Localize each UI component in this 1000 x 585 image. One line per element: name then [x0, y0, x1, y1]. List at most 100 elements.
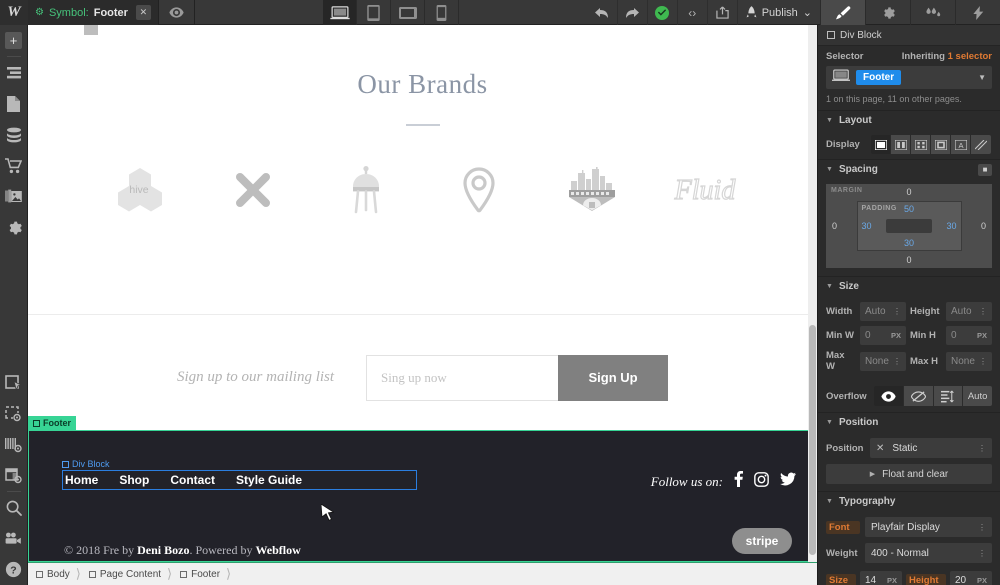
footer-nav-shop[interactable]: Shop — [119, 473, 149, 487]
layout-section-title[interactable]: ▼ Layout — [818, 111, 1000, 130]
publish-button[interactable]: Publish ⌄ — [738, 0, 820, 25]
padding-left-value[interactable]: 30 — [862, 221, 872, 231]
facebook-icon[interactable] — [734, 471, 743, 492]
grid-preview-icon[interactable] — [0, 460, 28, 491]
stripe-badge[interactable]: stripe — [732, 528, 792, 554]
x-cross-logo[interactable] — [213, 164, 293, 216]
ecommerce-cart-icon[interactable] — [0, 150, 28, 181]
max-height-stepper[interactable]: ⋮ — [979, 357, 987, 366]
city-skyline-logo[interactable] — [552, 164, 632, 216]
newsletter-submit-button[interactable]: Sign Up — [558, 354, 669, 401]
hive-logo[interactable]: hive — [100, 164, 180, 216]
margin-top-value[interactable]: 0 — [906, 187, 911, 197]
position-stepper-icon[interactable]: ⋮ — [978, 444, 986, 453]
tab-settings-panel[interactable] — [865, 0, 910, 25]
max-width-stepper[interactable]: ⋮ — [893, 357, 901, 366]
overflow-visible-button[interactable] — [874, 386, 904, 406]
font-size-unit[interactable]: PX — [887, 576, 897, 585]
overflow-scroll-button[interactable] — [933, 386, 964, 406]
tab-cms-panel[interactable] — [910, 0, 955, 25]
footer-nav[interactable]: Home Shop Contact Style Guide — [62, 470, 417, 490]
cms-database-icon[interactable] — [0, 119, 28, 150]
newsletter-input[interactable]: Sing up now — [366, 354, 559, 401]
display-grid-button[interactable] — [911, 135, 931, 154]
line-height-unit[interactable]: PX — [977, 576, 987, 585]
guides-icon[interactable] — [0, 429, 28, 460]
padding-bottom-value[interactable]: 30 — [904, 238, 914, 248]
crumb-footer[interactable]: Footer — [172, 563, 226, 585]
video-tutorials-icon[interactable] — [0, 523, 28, 554]
min-height-input[interactable]: 0 PX — [946, 326, 992, 345]
min-width-input[interactable]: 0 PX — [860, 326, 906, 345]
font-select[interactable]: Playfair Display ⋮ — [865, 517, 992, 537]
webflow-logo[interactable]: W — [0, 0, 28, 25]
close-icon[interactable]: ✕ — [135, 5, 151, 20]
add-elements-icon[interactable]: + — [0, 25, 28, 56]
selector-field[interactable]: Footer ▼ — [826, 66, 992, 89]
selector-class-chip[interactable]: Footer — [856, 70, 902, 85]
spacing-mode-icon[interactable]: ■ — [978, 163, 992, 176]
newsletter-section[interactable]: Sign up to our mailing list Sing up now … — [28, 315, 817, 440]
navigator-icon[interactable] — [0, 57, 28, 88]
design-canvas[interactable]: Our Brands hive Fluid Sign up to our mai… — [28, 25, 817, 562]
canvas-scrollbar-thumb[interactable] — [809, 325, 816, 555]
project-settings-gear-icon[interactable] — [0, 212, 28, 243]
padding-top-value[interactable]: 50 — [904, 204, 914, 214]
size-section-title[interactable]: ▼ Size — [818, 277, 1000, 296]
fluid-script-logo[interactable]: Fluid — [665, 164, 745, 216]
pages-icon[interactable] — [0, 88, 28, 119]
preview-eye-icon[interactable] — [159, 0, 195, 25]
height-stepper[interactable]: ⋮ — [979, 307, 987, 316]
select-tool-icon[interactable] — [0, 367, 28, 398]
typography-section-title[interactable]: ▼ Typography — [818, 492, 1000, 511]
spacing-section-title[interactable]: ▼ Spacing ■ — [818, 160, 1000, 179]
footer-nav-style-guide[interactable]: Style Guide — [236, 473, 302, 487]
display-flex-button[interactable] — [891, 135, 911, 154]
inheriting-count[interactable]: 1 selector — [948, 51, 992, 62]
crumb-page-content[interactable]: Page Content — [81, 563, 167, 585]
tab-style-panel[interactable] — [820, 0, 865, 25]
weight-stepper-icon[interactable]: ⋮ — [978, 549, 986, 558]
weight-select[interactable]: 400 - Normal ⋮ — [865, 543, 992, 563]
font-size-input[interactable]: 14 PX — [860, 571, 902, 585]
display-block-button[interactable] — [871, 135, 891, 154]
export-icon[interactable] — [708, 0, 738, 25]
min-height-unit[interactable]: PX — [977, 331, 987, 340]
help-question-icon[interactable]: ? — [0, 554, 28, 585]
height-input[interactable]: Auto ⋮ — [946, 302, 992, 321]
margin-right-value[interactable]: 0 — [981, 221, 986, 231]
breakpoint-desktop[interactable] — [323, 0, 358, 25]
robot-logo[interactable] — [326, 164, 406, 216]
position-select[interactable]: ✕ Static ⋮ — [870, 438, 992, 458]
site-footer[interactable]: Div Block Home Shop Contact Style Guide … — [28, 430, 817, 562]
instagram-icon[interactable] — [754, 471, 769, 492]
width-input[interactable]: Auto ⋮ — [860, 302, 906, 321]
float-and-clear-button[interactable]: ▶ Float and clear — [826, 464, 992, 484]
overflow-auto-button[interactable]: Auto — [963, 386, 992, 406]
canvas-scrollbar-track[interactable] — [808, 25, 817, 562]
breakpoint-mobile-portrait[interactable] — [425, 0, 460, 25]
breakpoint-tablet[interactable] — [357, 0, 392, 25]
clear-position-icon[interactable]: ✕ — [876, 443, 884, 454]
padding-right-value[interactable]: 30 — [946, 221, 956, 231]
undo-icon[interactable] — [588, 0, 618, 25]
max-height-input[interactable]: None ⋮ — [946, 351, 992, 371]
spacing-widget[interactable]: MARGIN 0 0 0 0 PADDING 50 30 30 30 — [818, 179, 1000, 276]
breakpoint-mobile-landscape[interactable] — [391, 0, 426, 25]
font-stepper-icon[interactable]: ⋮ — [978, 523, 986, 532]
width-stepper[interactable]: ⋮ — [893, 307, 901, 316]
brands-section[interactable]: Our Brands hive Fluid — [28, 25, 817, 315]
search-icon[interactable] — [0, 492, 28, 523]
display-none-button[interactable] — [971, 135, 991, 154]
map-pin-logo[interactable] — [439, 164, 519, 216]
code-icon[interactable]: ‹› — [678, 0, 708, 25]
margin-bottom-value[interactable]: 0 — [906, 255, 911, 265]
footer-nav-home[interactable]: Home — [65, 473, 98, 487]
position-section-title[interactable]: ▼ Position — [818, 413, 1000, 432]
line-height-input[interactable]: 20 PX — [950, 571, 992, 585]
chevron-down-icon[interactable]: ▼ — [978, 73, 986, 82]
display-inline-block-button[interactable] — [931, 135, 951, 154]
margin-left-value[interactable]: 0 — [832, 221, 837, 231]
twitter-icon[interactable] — [780, 472, 796, 491]
max-width-input[interactable]: None ⋮ — [860, 351, 906, 371]
